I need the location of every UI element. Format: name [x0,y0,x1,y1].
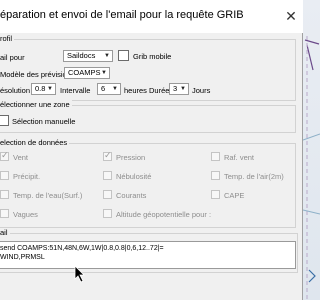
interval-select[interactable]: 6 ▼ [97,83,121,95]
resolution-select[interactable]: 0.8 ▼ [31,83,56,95]
interval-label: Intervalle [60,86,91,95]
title-bar: éparation et envoi de l'email pour la re… [0,0,303,33]
nebulosite-checkbox[interactable] [103,171,112,180]
zone-group-label: électionner une zone [0,100,72,109]
dialog-title: éparation et envoi de l'email pour la re… [0,9,244,21]
check-icon: ✓ [104,150,112,160]
map-background-strip [303,0,320,300]
model-select[interactable]: COAMPS ▼ [64,67,110,79]
chevron-down-icon: ▼ [112,86,118,92]
nebulosite-label: Nébulosité [116,172,152,181]
chevron-down-icon: ▼ [180,86,186,92]
vent-label: Vent [13,153,29,162]
precip-label: Précipit. [13,172,41,181]
mouse-pointer-icon [74,265,85,283]
altitude-checkbox[interactable] [103,209,112,218]
manual-selection-checkbox[interactable] [0,115,9,126]
model-value: COAMPS [68,68,101,77]
raf-vent-checkbox[interactable] [211,152,220,161]
pression-checkbox[interactable]: ✓ [103,150,112,161]
interval-value: 6 [101,84,106,93]
mail-provider-select[interactable]: Saildocs ▼ [63,50,113,62]
chevron-down-icon: ▼ [47,86,53,92]
check-icon: ✓ [1,150,9,160]
duration-value: 3 [173,84,178,93]
raf-vent-label: Raf. vent [224,153,255,162]
profil-group-label: rofil [0,34,15,43]
temp-eau-checkbox[interactable] [0,190,9,199]
mail-content-textarea[interactable]: send COAMPS:51N,48N,6W,1W|0.8,0.8|0,6,12… [0,241,296,269]
duration-unit-label: Jours [192,86,211,95]
duration-label: Durée [149,86,170,95]
grib-mobile-label: Grib mobile [133,52,172,61]
chevron-down-icon: ▼ [101,70,107,76]
mail-provider-value: Saildocs [67,51,96,60]
map-lines [303,36,320,300]
vent-checkbox[interactable]: ✓ [0,150,9,161]
interval-unit-label: heures [124,86,147,95]
vagues-checkbox[interactable] [0,209,9,218]
precip-checkbox[interactable] [0,171,9,180]
resolution-value: 0.8 [35,84,46,93]
chevron-down-icon: ▼ [104,53,110,59]
cape-checkbox[interactable] [211,190,220,199]
grib-request-dialog: éparation et envoi de l'email pour la re… [0,0,303,300]
courants-checkbox[interactable] [103,190,112,199]
temp-eau-label: Temp. de l'eau(Surf.) [13,191,83,200]
resolution-label: ésolution [0,86,31,95]
close-icon[interactable]: ✕ [282,7,300,25]
cape-label: CAPE [224,191,245,200]
manual-selection-label: Sélection manuelle [12,117,76,126]
mail-for-label: ail pour [0,53,25,62]
pression-label: Pression [116,153,146,162]
mail-group-label: ail [0,228,10,237]
courants-label: Courants [116,191,147,200]
grib-mobile-checkbox[interactable] [118,50,129,61]
temp-air-checkbox[interactable] [211,171,220,180]
vagues-label: Vagues [13,210,38,219]
data-selection-group-label: election de données [0,138,70,147]
duration-select[interactable]: 3 ▼ [169,83,189,95]
altitude-label: Altitude géopotentielle pour : [116,210,212,219]
temp-air-label: Temp. de l'air(2m) [224,172,284,181]
